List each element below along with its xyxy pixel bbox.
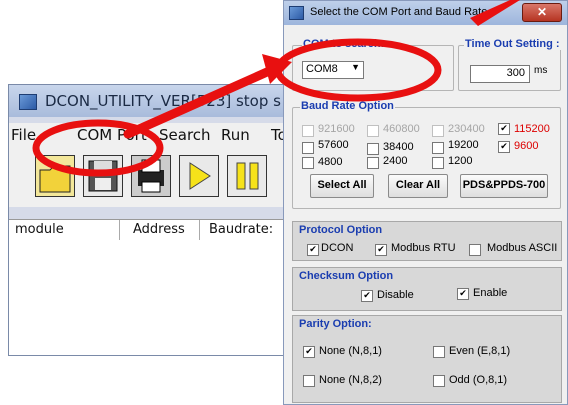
baud-57600-label: 57600 <box>318 139 349 151</box>
module-list[interactable] <box>9 240 299 355</box>
menubar: File COM Port Search Run To <box>9 123 299 147</box>
select-all-button[interactable]: Select All <box>310 174 374 198</box>
module-list-header: module Address Baudrate: <box>9 219 299 241</box>
parity-none-n82-label: None (N,8,2) <box>319 374 382 386</box>
parity-none-n81-label: None (N,8,1) <box>319 345 382 357</box>
checksum-title: Checksum Option <box>299 270 394 282</box>
dialog-icon <box>289 6 304 20</box>
baud-1200-label: 1200 <box>448 155 473 167</box>
column-module[interactable]: module <box>15 222 64 237</box>
toolbar <box>9 147 299 207</box>
parity-even-checkbox[interactable] <box>433 346 445 358</box>
parity-none-n82-checkbox[interactable] <box>303 375 315 387</box>
dcon-label: DCON <box>321 242 354 254</box>
dialog-titlebar: Select the COM Port and Baud Rate ✕ <box>284 1 567 25</box>
printer-icon[interactable] <box>131 155 171 197</box>
baud-19200-checkbox[interactable] <box>432 142 444 154</box>
menu-file[interactable]: File <box>11 126 36 144</box>
baud-9600-label: 9600 <box>514 140 539 152</box>
baud-230400-label: 230400 <box>448 123 485 135</box>
dcon-checkbox[interactable]: ✔ <box>307 244 319 256</box>
baud-38400-label: 38400 <box>383 141 414 153</box>
checksum-enable-checkbox[interactable]: ✔ <box>457 288 469 300</box>
modbus-ascii-checkbox[interactable] <box>469 244 481 256</box>
baud-2400-label: 2400 <box>383 155 408 167</box>
baud-4800-checkbox[interactable] <box>302 157 314 169</box>
checksum-disable-checkbox[interactable]: ✔ <box>361 290 373 302</box>
baud-4800-label: 4800 <box>318 156 343 168</box>
parity-panel: Parity Option: ✔ None (N,8,1) Even (E,8,… <box>292 315 562 403</box>
com-search-legend: COM to search: <box>302 38 386 50</box>
baud-19200-label: 19200 <box>448 139 479 151</box>
column-baudrate[interactable]: Baudrate: <box>209 222 273 237</box>
column-address[interactable]: Address <box>133 222 185 237</box>
timeout-value: 300 <box>506 67 525 79</box>
com-port-dialog: Select the COM Port and Baud Rate ✕ COM … <box>283 0 568 405</box>
baud-9600-checkbox[interactable]: ✔ <box>498 141 510 153</box>
app-icon <box>19 94 37 110</box>
baud-115200-label: 115200 <box>514 123 550 135</box>
baud-921600-label: 921600 <box>318 123 355 135</box>
parity-none-n81-checkbox[interactable]: ✔ <box>303 346 315 358</box>
chevron-down-icon: ▼ <box>351 62 360 72</box>
baud-460800-label: 460800 <box>383 123 420 135</box>
modbus-ascii-label: Modbus ASCII <box>487 242 558 254</box>
timeout-legend: Time Out Setting : <box>464 38 561 50</box>
window-titlebar: DCON_UTILITY_VER[523] stop s <box>9 85 299 117</box>
baud-38400-checkbox[interactable] <box>367 143 379 155</box>
baud-2400-checkbox[interactable] <box>367 157 379 169</box>
close-button[interactable]: ✕ <box>522 3 562 22</box>
dialog-title: Select the COM Port and Baud Rate <box>310 6 488 18</box>
checksum-enable-label: Enable <box>473 287 508 299</box>
open-folder-icon[interactable] <box>35 155 75 197</box>
protocol-title: Protocol Option <box>299 224 383 236</box>
dcon-utility-window: DCON_UTILITY_VER[523] stop s File COM Po… <box>8 84 300 356</box>
baud-460800-checkbox[interactable] <box>367 125 379 137</box>
menu-search[interactable]: Search <box>159 126 211 144</box>
parity-even-label: Even (E,8,1) <box>449 345 511 357</box>
checksum-panel: Checksum Option ✔ Disable ✔ Enable <box>292 267 562 311</box>
parity-odd-label: Odd (O,8,1) <box>449 374 508 386</box>
baud-rate-legend: Baud Rate Option <box>300 100 395 112</box>
baud-115200-checkbox[interactable]: ✔ <box>498 123 510 135</box>
modbus-rtu-checkbox[interactable]: ✔ <box>375 244 387 256</box>
baud-1200-checkbox[interactable] <box>432 157 444 169</box>
parity-odd-checkbox[interactable] <box>433 375 445 387</box>
timeout-input[interactable]: 300 <box>470 65 530 83</box>
close-icon: ✕ <box>536 5 548 19</box>
com-port-select[interactable]: COM8 ▼ <box>302 61 364 79</box>
play-icon[interactable] <box>179 155 219 197</box>
baud-921600-checkbox[interactable] <box>302 125 314 137</box>
window-title: DCON_UTILITY_VER[523] stop s <box>45 92 281 110</box>
pause-icon[interactable] <box>227 155 267 197</box>
modbus-rtu-label: Modbus RTU <box>391 242 456 254</box>
checksum-disable-label: Disable <box>377 289 414 301</box>
baud-57600-checkbox[interactable] <box>302 142 314 154</box>
menu-run[interactable]: Run <box>221 126 250 144</box>
baud-230400-checkbox[interactable] <box>432 125 444 137</box>
menu-com-port[interactable]: COM Port <box>77 126 147 144</box>
clear-all-button[interactable]: Clear All <box>388 174 448 198</box>
protocol-panel: Protocol Option ✔ DCON ✔ Modbus RTU Modb… <box>292 221 562 261</box>
save-disk-icon[interactable] <box>83 155 123 197</box>
timeout-unit: ms <box>534 65 548 76</box>
pds-ppds-700-button[interactable]: PDS&PPDS-700 <box>460 174 548 198</box>
parity-title: Parity Option: <box>299 318 372 330</box>
com-port-value: COM8 <box>306 63 338 75</box>
